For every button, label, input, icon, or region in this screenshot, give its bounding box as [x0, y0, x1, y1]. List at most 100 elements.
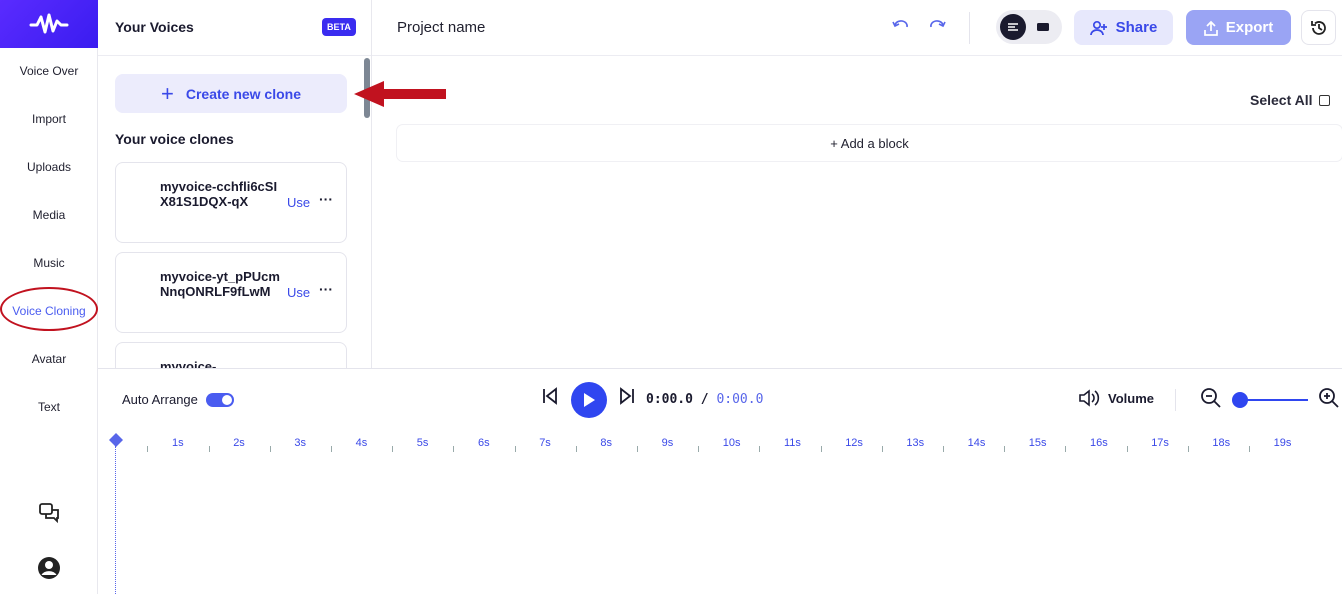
auto-arrange-toggle[interactable] — [205, 392, 234, 407]
ruler-tick-label: 10s — [722, 437, 741, 449]
ruler-tick-label: 15s — [1028, 437, 1047, 449]
select-all[interactable]: Select All — [1250, 92, 1330, 108]
voice-clone-card[interactable]: myvoice-cchfli6cSIX81S1DQX-qX Use ··· — [115, 162, 347, 243]
user-avatar-icon[interactable] — [0, 556, 98, 580]
zoom-out-icon[interactable] — [1200, 387, 1222, 414]
ruler-minor-tick — [147, 446, 149, 452]
beta-badge: BETA — [322, 18, 356, 36]
voice-clone-card[interactable]: myvoice-yt_pPUcmNnqONRLF9fLwM Use ··· — [115, 252, 347, 333]
sidebar-item-import[interactable]: Import — [0, 112, 98, 126]
share-label: Share — [1115, 19, 1158, 36]
voice-clones-heading: Your voice clones — [115, 131, 234, 147]
voice-clone-name: myvoice- — [160, 359, 217, 368]
chat-icon[interactable] — [0, 502, 98, 524]
zoom-slider-track[interactable] — [1238, 399, 1308, 401]
plus-icon: + — [160, 80, 174, 106]
waveform-logo-icon — [29, 13, 69, 34]
ruler-minor-tick — [759, 446, 761, 452]
ruler-minor-tick — [1065, 446, 1067, 452]
zoom-in-icon[interactable] — [1318, 387, 1340, 414]
sidebar-item-avatar[interactable]: Avatar — [0, 352, 98, 366]
share-button[interactable]: Share — [1074, 10, 1173, 45]
total-time: 0:00.0 — [716, 392, 764, 407]
sidebar-item-uploads[interactable]: Uploads — [0, 160, 98, 174]
export-label: Export — [1225, 19, 1274, 36]
timeline-ruler[interactable]: 1s 2s 3s 4s 5s 6s 7s 8s 9s 10s 11s 12s 13s 14s 15s 16s 1… — [98, 430, 1342, 594]
voices-panel-title: Your Voices — [115, 19, 194, 35]
ruler-tick-label: 4s — [355, 437, 368, 449]
ruler-tick-label: 16s — [1090, 437, 1108, 449]
export-button[interactable]: Export — [1186, 10, 1291, 45]
use-voice-button[interactable]: Use — [287, 285, 310, 300]
timecode: 0:00.0 / 0:00.0 — [646, 392, 763, 407]
volume-icon — [1079, 389, 1100, 407]
volume-button[interactable]: Volume — [1078, 389, 1154, 407]
ruler-tick-label: 3s — [294, 437, 307, 449]
ruler-minor-tick — [575, 446, 577, 452]
ruler-tick-label: 9s — [661, 437, 674, 449]
red-arrow-annotation — [354, 81, 446, 107]
ruler-tick-label: 19s — [1273, 437, 1292, 449]
ruler-tick-label: 5s — [416, 437, 429, 449]
select-all-checkbox[interactable] — [1318, 94, 1330, 106]
voice-clone-card[interactable]: myvoice- — [115, 342, 347, 368]
volume-label: Volume — [1108, 390, 1154, 406]
playhead-icon[interactable] — [108, 432, 124, 448]
left-rail: Voice Over Import Uploads Media Music Vo… — [0, 0, 98, 594]
ruler-tick-label: 17s — [1151, 437, 1169, 449]
voices-panel: Your Voices BETA + Create new clone Your… — [98, 0, 372, 368]
sidebar-item-media[interactable]: Media — [0, 208, 98, 222]
ruler-tick-label: 18s — [1212, 437, 1231, 449]
auto-arrange: Auto Arrange — [122, 392, 234, 407]
auto-arrange-label: Auto Arrange — [122, 392, 198, 407]
ruler-minor-tick — [1187, 446, 1189, 452]
time-separator: / — [700, 392, 709, 407]
ruler-tick-label: 7s — [539, 437, 551, 449]
create-new-clone-button[interactable]: + Create new clone — [115, 74, 347, 113]
play-button[interactable] — [571, 382, 607, 418]
ruler-tick-label: 12s — [845, 437, 863, 449]
ruler-tick-label: 1s — [172, 437, 184, 449]
project-name[interactable]: Project name — [397, 19, 485, 36]
ruler-tick-label: 8s — [600, 437, 613, 449]
view-mode-toggle[interactable] — [996, 10, 1062, 44]
ruler-minor-tick — [331, 446, 332, 452]
ruler-tick-label: 14s — [967, 437, 986, 449]
ruler-minor-tick — [637, 446, 638, 452]
ruler-minor-tick — [208, 446, 210, 452]
add-block-button[interactable]: + Add a block — [397, 125, 1342, 161]
play-icon — [584, 393, 595, 407]
sidebar-item-voice-cloning[interactable]: Voice Cloning — [0, 304, 98, 318]
ruler-tick-label: 13s — [906, 437, 925, 449]
create-new-clone-label: Create new clone — [185, 85, 301, 102]
timeline-controls: Auto Arrange 0:00.0 / 0:00.0 Volume — [98, 368, 1342, 430]
more-options-icon[interactable]: ··· — [319, 191, 333, 207]
ruler-minor-tick — [1004, 446, 1006, 452]
use-voice-button[interactable]: Use — [287, 195, 310, 210]
ruler-tick-label: 11s — [784, 437, 801, 449]
ruler-minor-tick — [698, 446, 700, 452]
ruler-tick-label: 2s — [233, 437, 245, 449]
playhead-line — [115, 446, 116, 594]
ruler-minor-tick — [1126, 446, 1128, 452]
sidebar-item-text[interactable]: Text — [0, 400, 98, 414]
skip-back-icon[interactable] — [541, 387, 559, 410]
sidebar-item-voice-over[interactable]: Voice Over — [0, 64, 98, 78]
redo-icon[interactable] — [928, 17, 946, 38]
zoom-slider-thumb[interactable] — [1232, 392, 1248, 408]
voice-clone-name: myvoice-cchfli6cSIX81S1DQX-qX — [160, 179, 278, 209]
voices-panel-header: Your Voices BETA — [98, 0, 371, 56]
app-logo[interactable] — [0, 0, 98, 48]
history-icon[interactable] — [1301, 10, 1336, 45]
text-view-icon — [1000, 14, 1026, 40]
skip-forward-icon[interactable] — [618, 387, 636, 410]
ruler-minor-tick — [514, 446, 516, 452]
current-time: 0:00.0 — [646, 392, 693, 407]
select-all-label: Select All — [1250, 92, 1313, 108]
more-options-icon[interactable]: ··· — [319, 281, 333, 297]
sidebar-item-music[interactable]: Music — [0, 256, 98, 270]
top-bar: Project name Share Export — [372, 0, 1342, 56]
ruler-minor-tick — [1249, 446, 1250, 452]
video-view-icon — [1037, 23, 1049, 31]
undo-icon[interactable] — [892, 17, 910, 38]
